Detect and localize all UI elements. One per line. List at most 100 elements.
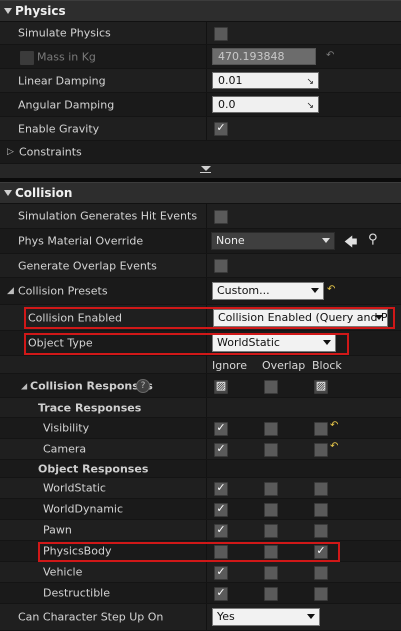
advanced-arrow-icon[interactable] bbox=[201, 166, 211, 171]
camera-row: Camera ✓ ↶ bbox=[0, 439, 401, 460]
linear-damping-value: 0.01 bbox=[218, 74, 243, 87]
use-selected-arrow-icon[interactable]: 🡄 bbox=[344, 233, 357, 255]
phys-material-combo[interactable]: None bbox=[211, 232, 335, 250]
collapse-arrow-icon[interactable] bbox=[4, 8, 12, 14]
mass-value: 470.193848 bbox=[218, 50, 285, 63]
camera-ignore-checkbox[interactable]: ✓ bbox=[214, 442, 228, 457]
visibility-overlap-checkbox[interactable] bbox=[264, 422, 278, 436]
trace-responses-row: Trace Responses bbox=[0, 398, 401, 418]
mixed-state-icon: ▨ bbox=[315, 379, 327, 392]
destructible-block-checkbox[interactable] bbox=[314, 587, 328, 601]
physicsbody-ignore-checkbox[interactable] bbox=[214, 545, 228, 559]
visibility-row: Visibility ✓ ↶ bbox=[0, 418, 401, 439]
simulate-physics-row: Simulate Physics bbox=[0, 22, 401, 45]
worlddynamic-label: WorldDynamic bbox=[43, 502, 124, 516]
collision-presets-expand-icon[interactable]: ◢ bbox=[7, 286, 14, 296]
pawn-label: Pawn bbox=[43, 523, 72, 537]
block-column-header: Block bbox=[312, 359, 342, 372]
pawn-overlap-checkbox[interactable] bbox=[264, 524, 278, 538]
worlddynamic-ignore-checkbox[interactable]: ✓ bbox=[214, 502, 228, 517]
chevron-down-icon bbox=[311, 288, 319, 293]
object-type-value: WorldStatic bbox=[217, 336, 280, 349]
can-step-up-row: Can Character Step Up On Yes bbox=[0, 604, 401, 631]
mixed-state-icon: ▨ bbox=[215, 379, 227, 392]
reset-arrow-icon[interactable]: ↶ bbox=[327, 284, 335, 295]
enable-gravity-row: Enable Gravity ✓ bbox=[0, 117, 401, 141]
reset-arrow-icon[interactable]: ↶ bbox=[330, 420, 338, 431]
can-step-up-combo[interactable]: Yes bbox=[212, 608, 320, 626]
collision-responses-row: ◢ Collision Responses ? ▨ ▨ bbox=[0, 374, 401, 398]
constraints-row[interactable]: ▷ Constraints bbox=[0, 141, 401, 164]
vehicle-block-checkbox[interactable] bbox=[314, 566, 328, 580]
spin-arrow-icon[interactable]: ↘ bbox=[306, 99, 314, 114]
pawn-ignore-checkbox[interactable]: ✓ bbox=[214, 523, 228, 538]
visibility-block-checkbox[interactable] bbox=[314, 422, 328, 436]
enable-gravity-checkbox[interactable]: ✓ bbox=[214, 121, 228, 136]
vehicle-overlap-checkbox[interactable] bbox=[264, 566, 278, 580]
expand-arrow-icon[interactable]: ▷ bbox=[7, 147, 14, 157]
checkmark-icon: ✓ bbox=[216, 586, 226, 599]
collision-responses-expand-icon[interactable]: ◢ bbox=[21, 381, 27, 390]
responses-all-block-checkbox[interactable]: ▨ bbox=[314, 379, 328, 394]
physics-section-header[interactable]: Physics bbox=[0, 0, 401, 22]
collision-section-header[interactable]: Collision bbox=[0, 182, 401, 204]
object-type-combo[interactable]: WorldStatic bbox=[212, 334, 336, 352]
visibility-ignore-checkbox[interactable]: ✓ bbox=[214, 421, 228, 436]
chevron-down-icon bbox=[307, 614, 315, 619]
physics-section-title: Physics bbox=[15, 4, 66, 18]
mass-input[interactable]: 470.193848 bbox=[212, 48, 316, 65]
sim-hit-events-checkbox[interactable] bbox=[214, 210, 228, 224]
camera-block-checkbox[interactable] bbox=[314, 443, 328, 457]
vehicle-label: Vehicle bbox=[43, 565, 83, 579]
worldstatic-ignore-checkbox[interactable]: ✓ bbox=[214, 481, 228, 496]
worlddynamic-overlap-checkbox[interactable] bbox=[264, 503, 278, 517]
spin-arrow-icon[interactable]: ↘ bbox=[306, 75, 314, 90]
checkmark-icon: ✓ bbox=[216, 421, 226, 434]
simulate-physics-checkbox[interactable] bbox=[214, 27, 228, 41]
collapse-arrow-icon[interactable] bbox=[4, 190, 12, 196]
generate-overlap-row: Generate Overlap Events bbox=[0, 254, 401, 278]
vehicle-ignore-checkbox[interactable]: ✓ bbox=[214, 565, 228, 580]
collision-enabled-combo[interactable]: Collision Enabled (Query and Pl bbox=[213, 309, 388, 327]
angular-damping-value: 0.0 bbox=[218, 98, 236, 111]
mass-override-checkbox[interactable] bbox=[20, 51, 34, 65]
checkmark-icon: ✓ bbox=[216, 442, 226, 455]
physicsbody-overlap-checkbox[interactable] bbox=[264, 545, 278, 559]
destructible-ignore-checkbox[interactable]: ✓ bbox=[214, 586, 228, 601]
constraints-label: Constraints bbox=[19, 145, 82, 159]
browse-search-icon[interactable]: ⚲ bbox=[368, 232, 378, 247]
responses-all-ignore-checkbox[interactable]: ▨ bbox=[214, 379, 228, 394]
advanced-expander[interactable] bbox=[0, 164, 401, 179]
checkmark-icon: ✓ bbox=[216, 481, 226, 494]
collision-presets-label: Collision Presets bbox=[18, 284, 108, 298]
worldstatic-label: WorldStatic bbox=[43, 481, 106, 495]
checkmark-icon: ✓ bbox=[216, 565, 226, 578]
angular-damping-input[interactable]: 0.0 ↘ bbox=[212, 96, 319, 113]
mass-row: Mass in Kg 470.193848 ↶ bbox=[0, 45, 401, 69]
physicsbody-label: PhysicsBody bbox=[43, 544, 112, 558]
camera-overlap-checkbox[interactable] bbox=[264, 443, 278, 457]
linear-damping-label: Linear Damping bbox=[18, 74, 106, 87]
collision-section-title: Collision bbox=[15, 186, 73, 200]
generate-overlap-checkbox[interactable] bbox=[214, 259, 228, 273]
phys-material-value: None bbox=[216, 234, 245, 247]
responses-all-overlap-checkbox[interactable] bbox=[264, 380, 278, 394]
worldstatic-block-checkbox[interactable] bbox=[314, 482, 328, 496]
help-icon[interactable]: ? bbox=[136, 379, 150, 393]
reset-arrow-icon[interactable]: ↶ bbox=[326, 50, 334, 61]
reset-arrow-icon[interactable]: ↶ bbox=[330, 441, 338, 452]
angular-damping-label: Angular Damping bbox=[18, 98, 115, 111]
collision-presets-row: ◢ Collision Presets Custom... ↶ bbox=[0, 278, 401, 305]
visibility-label: Visibility bbox=[43, 421, 90, 435]
simulate-physics-label: Simulate Physics bbox=[18, 26, 111, 40]
can-step-up-value: Yes bbox=[217, 610, 235, 623]
destructible-overlap-checkbox[interactable] bbox=[264, 587, 278, 601]
destructible-row: Destructible ✓ bbox=[0, 583, 401, 604]
worlddynamic-block-checkbox[interactable] bbox=[314, 503, 328, 517]
response-columns-row: Ignore Overlap Block bbox=[0, 356, 401, 374]
worldstatic-overlap-checkbox[interactable] bbox=[264, 482, 278, 496]
linear-damping-input[interactable]: 0.01 ↘ bbox=[212, 72, 319, 89]
pawn-block-checkbox[interactable] bbox=[314, 524, 328, 538]
collision-presets-combo[interactable]: Custom... bbox=[212, 282, 324, 300]
physicsbody-block-checkbox[interactable]: ✓ bbox=[314, 544, 328, 559]
